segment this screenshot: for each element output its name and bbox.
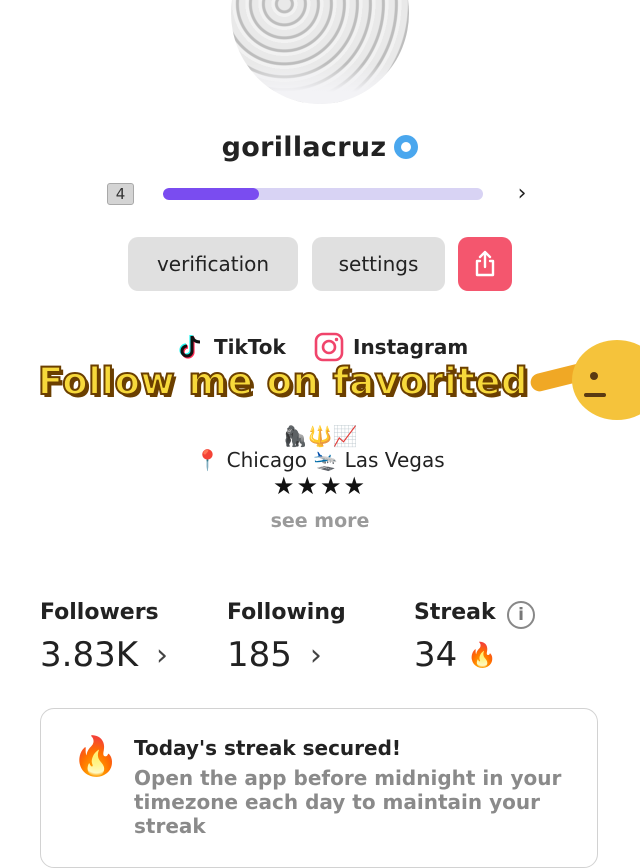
saluting-face-features	[584, 372, 606, 397]
verified-badge-icon	[394, 135, 419, 159]
username-row: gorillacruz	[0, 128, 640, 166]
fire-icon: 🔥	[467, 641, 498, 669]
settings-button[interactable]: settings	[312, 237, 445, 291]
username: gorillacruz	[221, 131, 387, 163]
chevron-right-icon: ›	[309, 637, 322, 673]
follow-banner-text: Follow me on favorited	[37, 359, 529, 404]
info-icon[interactable]: i	[507, 601, 535, 629]
streak-label: Streak	[414, 600, 496, 625]
streak-value: 34	[414, 635, 458, 675]
followers-stat[interactable]: 3.83K ›	[40, 635, 168, 675]
following-label: Following	[227, 600, 346, 625]
streak-stat: 34 🔥	[414, 635, 497, 675]
followers-label: Followers	[40, 600, 159, 625]
instagram-icon	[314, 332, 344, 362]
streak-card-body: Open the app before midnight in your tim…	[134, 766, 562, 838]
profile-avatar[interactable]	[231, 0, 409, 104]
instagram-link[interactable]: Instagram	[313, 330, 468, 364]
following-stat[interactable]: 185 ›	[227, 635, 322, 675]
chevron-right-icon[interactable]: ›	[510, 180, 534, 208]
bio-stars: ★★★★	[272, 472, 368, 500]
followers-value: 3.83K	[40, 635, 138, 675]
following-value: 185	[227, 635, 292, 675]
streak-card-title: Today's streak secured!	[134, 736, 402, 760]
saluting-face-icon	[572, 340, 640, 420]
fire-icon: 🔥	[72, 734, 120, 778]
bio-emojis: 🦍🔱📈	[282, 424, 358, 448]
verification-button[interactable]: verification	[128, 237, 298, 291]
tiktok-link[interactable]: TikTok	[176, 330, 286, 364]
chevron-right-icon: ›	[156, 637, 168, 673]
instagram-label: Instagram	[353, 335, 469, 359]
see-more-link[interactable]: see more	[0, 510, 640, 532]
tiktok-icon	[179, 335, 201, 359]
level-progress-bar	[163, 188, 483, 200]
level-progress-fill	[163, 188, 259, 200]
bio-location: 📍 Chicago 🛬 Las Vegas	[195, 448, 445, 472]
share-button[interactable]	[458, 237, 512, 291]
tiktok-label: TikTok	[214, 335, 286, 359]
share-icon	[475, 250, 495, 277]
level-badge: 4	[107, 183, 134, 205]
